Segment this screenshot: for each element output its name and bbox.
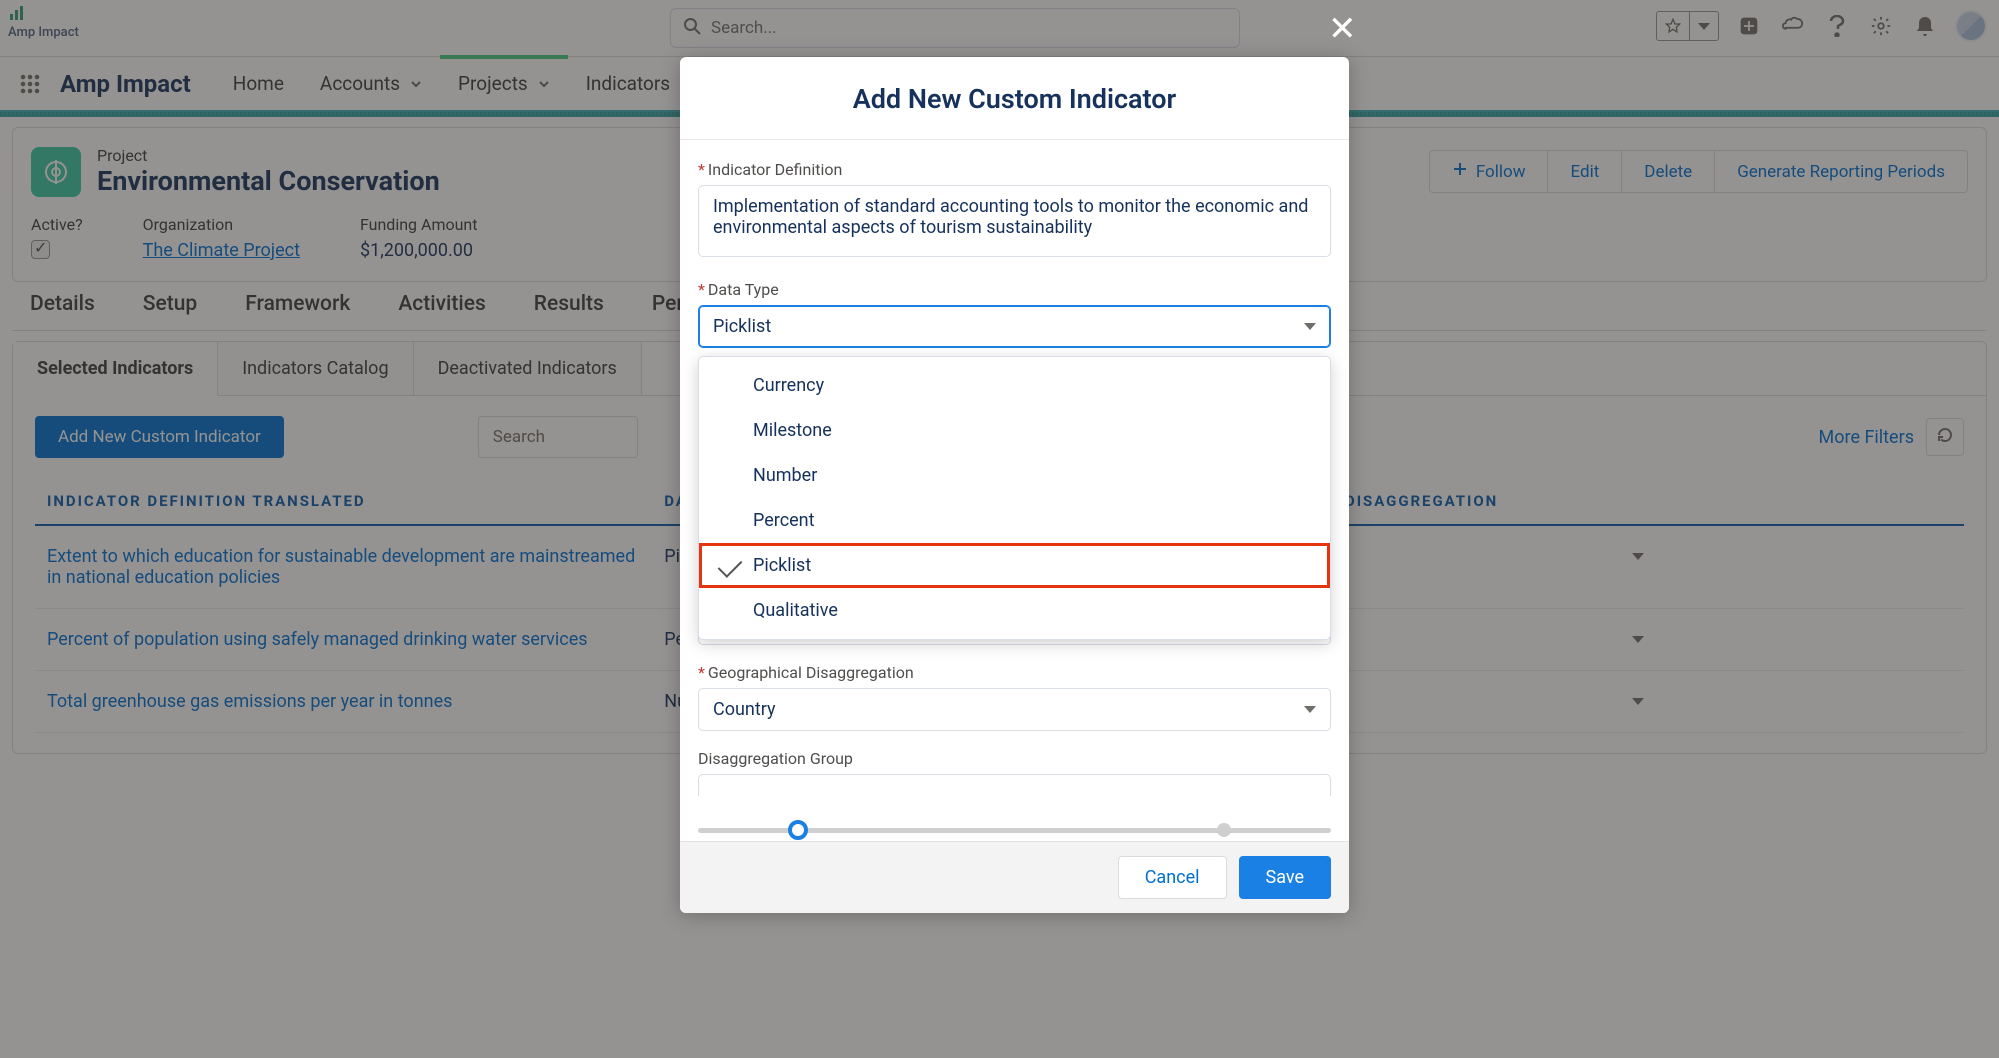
cancel-button[interactable]: Cancel [1118, 856, 1227, 899]
option-percent[interactable]: Percent [699, 498, 1330, 543]
option-qualitative[interactable]: Qualitative [699, 588, 1330, 633]
disagg-group-select[interactable] [698, 774, 1331, 796]
chevron-down-icon [1304, 323, 1316, 330]
option-currency[interactable]: Currency [699, 363, 1330, 408]
data-type-label: *Data Type [698, 280, 1331, 299]
modal-title: Add New Custom Indicator [700, 83, 1329, 115]
save-button[interactable]: Save [1239, 856, 1332, 899]
add-indicator-modal: Add New Custom Indicator *Indicator Defi… [680, 57, 1349, 913]
definition-label: *Indicator Definition [698, 160, 1331, 179]
scroll-handle-start[interactable] [788, 820, 808, 840]
data-type-select[interactable]: Picklist [698, 305, 1331, 348]
modal-scroll-track[interactable] [698, 828, 1331, 833]
geo-disagg-label-text: Geographical Disaggregation [708, 663, 914, 682]
geo-disagg-label: *Geographical Disaggregation [698, 663, 1331, 682]
indicator-definition-input[interactable] [698, 185, 1331, 257]
option-number[interactable]: Number [699, 453, 1330, 498]
disagg-group-label: Disaggregation Group [698, 749, 1331, 768]
data-type-selected-value: Picklist [713, 316, 771, 337]
option-milestone[interactable]: Milestone [699, 408, 1330, 453]
close-icon[interactable]: ✕ [1328, 12, 1357, 46]
data-type-label-text: Data Type [708, 280, 779, 299]
geo-disagg-select[interactable]: Country [698, 688, 1331, 731]
option-picklist[interactable]: Picklist [699, 543, 1330, 588]
scroll-handle-end[interactable] [1217, 823, 1231, 837]
geo-disagg-value: Country [713, 699, 776, 720]
chevron-down-icon [1304, 706, 1316, 713]
data-type-dropdown: Currency Milestone Number Percent Pickli… [698, 356, 1331, 640]
definition-label-text: Indicator Definition [708, 160, 842, 179]
